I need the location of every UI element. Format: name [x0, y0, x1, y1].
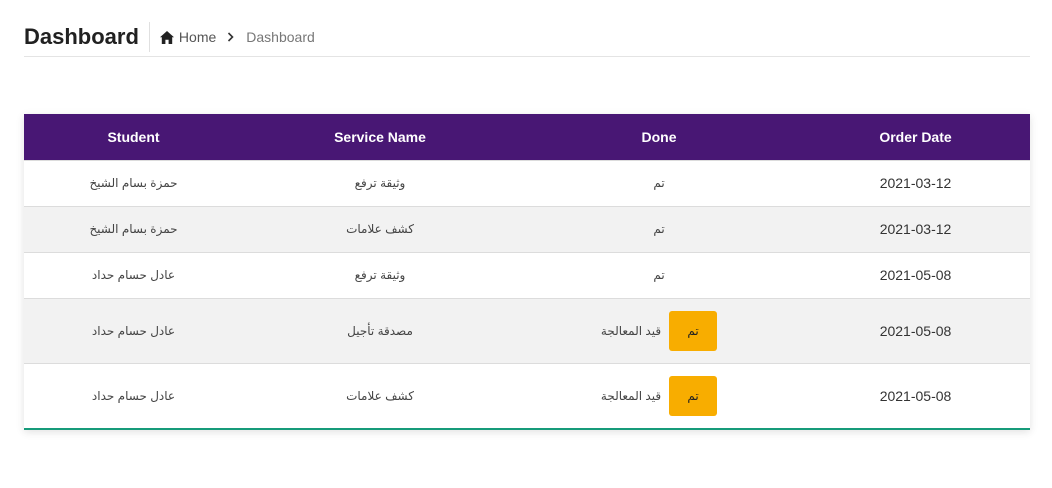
- cell-done: تم: [517, 159, 801, 206]
- status-wrap: قيد المعالجة تم: [600, 375, 718, 416]
- cell-order-date: 2021-03-12: [801, 205, 1030, 252]
- page-header: Dashboard Home Dashboard: [24, 22, 1030, 57]
- cell-order-date: 2021-05-08: [801, 297, 1030, 363]
- breadcrumb-home-label: Home: [178, 29, 217, 45]
- table-row: حمزة بسام الشيخ كشف علامات تم 2021-03-12: [24, 205, 1030, 252]
- cell-service: وثيقة ترفع: [243, 251, 517, 298]
- cell-service: وثيقة ترفع: [243, 159, 517, 206]
- cell-done: تم: [517, 205, 801, 252]
- cell-service: مصدقة تأجيل: [243, 297, 517, 363]
- mark-done-button[interactable]: تم: [669, 375, 718, 416]
- cell-service: كشف علامات: [243, 205, 517, 252]
- status-text: قيد المعالجة: [600, 323, 662, 338]
- orders-table-card: Student Service Name Done Order Date حمز…: [24, 114, 1030, 430]
- column-header-student[interactable]: Student: [24, 114, 243, 160]
- table-row: عادل حسام حداد كشف علامات قيد المعالجة ت…: [24, 362, 1030, 428]
- mark-done-button[interactable]: تم: [669, 310, 718, 351]
- page-title: Dashboard: [24, 22, 150, 52]
- cell-service: كشف علامات: [243, 362, 517, 428]
- column-header-service-name[interactable]: Service Name: [243, 114, 517, 160]
- table-row: عادل حسام حداد مصدقة تأجيل قيد المعالجة …: [24, 297, 1030, 363]
- cell-student: عادل حسام حداد: [24, 251, 243, 298]
- cell-student: عادل حسام حداد: [24, 297, 243, 363]
- breadcrumb: Home Dashboard: [159, 22, 315, 52]
- table-row: حمزة بسام الشيخ وثيقة ترفع تم 2021-03-12: [24, 159, 1030, 206]
- status-wrap: قيد المعالجة تم: [600, 310, 718, 351]
- cell-order-date: 2021-05-08: [801, 362, 1030, 428]
- cell-student: حمزة بسام الشيخ: [24, 159, 243, 206]
- table-row: عادل حسام حداد وثيقة ترفع تم 2021-05-08: [24, 251, 1030, 298]
- table-header-row: Student Service Name Done Order Date: [24, 114, 1030, 160]
- cell-done: قيد المعالجة تم: [517, 297, 801, 363]
- cell-done: قيد المعالجة تم: [517, 362, 801, 428]
- breadcrumb-home-link[interactable]: Home: [159, 29, 217, 45]
- column-header-done[interactable]: Done: [517, 114, 801, 160]
- dashboard-page: Dashboard Home Dashboard Student Service…: [0, 0, 1052, 488]
- cell-done: تم: [517, 251, 801, 298]
- cell-order-date: 2021-03-12: [801, 159, 1030, 206]
- cell-student: عادل حسام حداد: [24, 362, 243, 428]
- cell-student: حمزة بسام الشيخ: [24, 205, 243, 252]
- breadcrumb-current: Dashboard: [246, 29, 315, 45]
- column-header-order-date[interactable]: Order Date: [801, 114, 1030, 160]
- home-icon: [159, 30, 174, 44]
- orders-table: Student Service Name Done Order Date حمز…: [24, 114, 1030, 428]
- chevron-right-icon: [228, 32, 234, 42]
- status-text: قيد المعالجة: [600, 388, 662, 403]
- cell-order-date: 2021-05-08: [801, 251, 1030, 298]
